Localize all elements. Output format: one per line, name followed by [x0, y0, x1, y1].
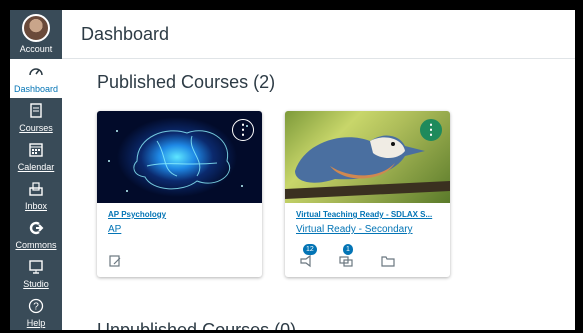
assignments-icon[interactable]: [108, 254, 124, 270]
card-options-button[interactable]: ⋮: [420, 119, 442, 141]
avatar: [22, 14, 50, 42]
course-card-virtual-teaching-ready[interactable]: ⋮ Virtual Teaching Ready - SDLAX S... Vi…: [285, 111, 450, 277]
main-content: Dashboard Published Courses (2) ⋮ AP Psy…: [62, 10, 575, 330]
nav-label: Courses: [19, 123, 53, 133]
account-label: Account: [19, 44, 53, 54]
unread-badge: 12: [303, 244, 317, 255]
dashboard-icon: [10, 64, 62, 84]
commons-icon: [10, 220, 62, 240]
nav-item-studio[interactable]: Studio: [10, 254, 62, 293]
nav-label: Studio: [23, 279, 49, 289]
calendar-icon: [10, 142, 62, 162]
unpublished-courses-heading: Unpublished Courses (0): [97, 320, 297, 330]
nav-item-help[interactable]: ? Help: [10, 293, 62, 330]
course-subtitle-link[interactable]: Virtual Ready - Secondary: [296, 224, 413, 235]
nav-item-inbox[interactable]: Inbox: [10, 176, 62, 215]
published-courses-heading: Published Courses (2): [97, 72, 276, 92]
unread-badge: 1: [343, 244, 353, 255]
nav-label: Commons: [15, 240, 57, 250]
course-title-link[interactable]: Virtual Teaching Ready - SDLAX S...: [296, 210, 446, 219]
nav-label: Inbox: [24, 201, 48, 211]
nav-item-commons[interactable]: Commons: [10, 215, 62, 254]
svg-text:?: ?: [33, 302, 39, 313]
nav-label: Help: [26, 318, 46, 328]
course-title-link[interactable]: AP Psychology: [108, 210, 258, 219]
nav-item-courses[interactable]: Courses: [10, 98, 62, 137]
course-image-brain[interactable]: ⋮: [97, 111, 262, 203]
files-icon[interactable]: [381, 254, 397, 270]
course-subtitle-link[interactable]: AP: [108, 224, 121, 235]
card-options-button[interactable]: ⋮: [232, 119, 254, 141]
account-nav-item[interactable]: Account: [10, 10, 62, 56]
nav-item-calendar[interactable]: Calendar: [10, 137, 62, 176]
nav-label: Dashboard: [13, 84, 59, 94]
course-card-ap-psychology[interactable]: ⋮ AP Psychology AP: [97, 111, 262, 277]
header-bar: Dashboard: [62, 10, 575, 59]
studio-icon: [10, 259, 62, 279]
app-window: Account Dashboard Courses Calendar Inbox: [10, 10, 575, 330]
announcements-icon[interactable]: 12: [299, 244, 317, 270]
help-icon: ?: [10, 298, 62, 318]
global-nav: Account Dashboard Courses Calendar Inbox: [10, 10, 62, 330]
course-image-bird[interactable]: ⋮: [285, 111, 450, 203]
page-title: Dashboard: [81, 24, 170, 44]
courses-icon: [10, 103, 62, 123]
nav-item-dashboard[interactable]: Dashboard: [10, 59, 62, 98]
discussions-icon[interactable]: 1: [339, 244, 355, 270]
nav-label: Calendar: [17, 162, 55, 172]
inbox-icon: [10, 181, 62, 201]
